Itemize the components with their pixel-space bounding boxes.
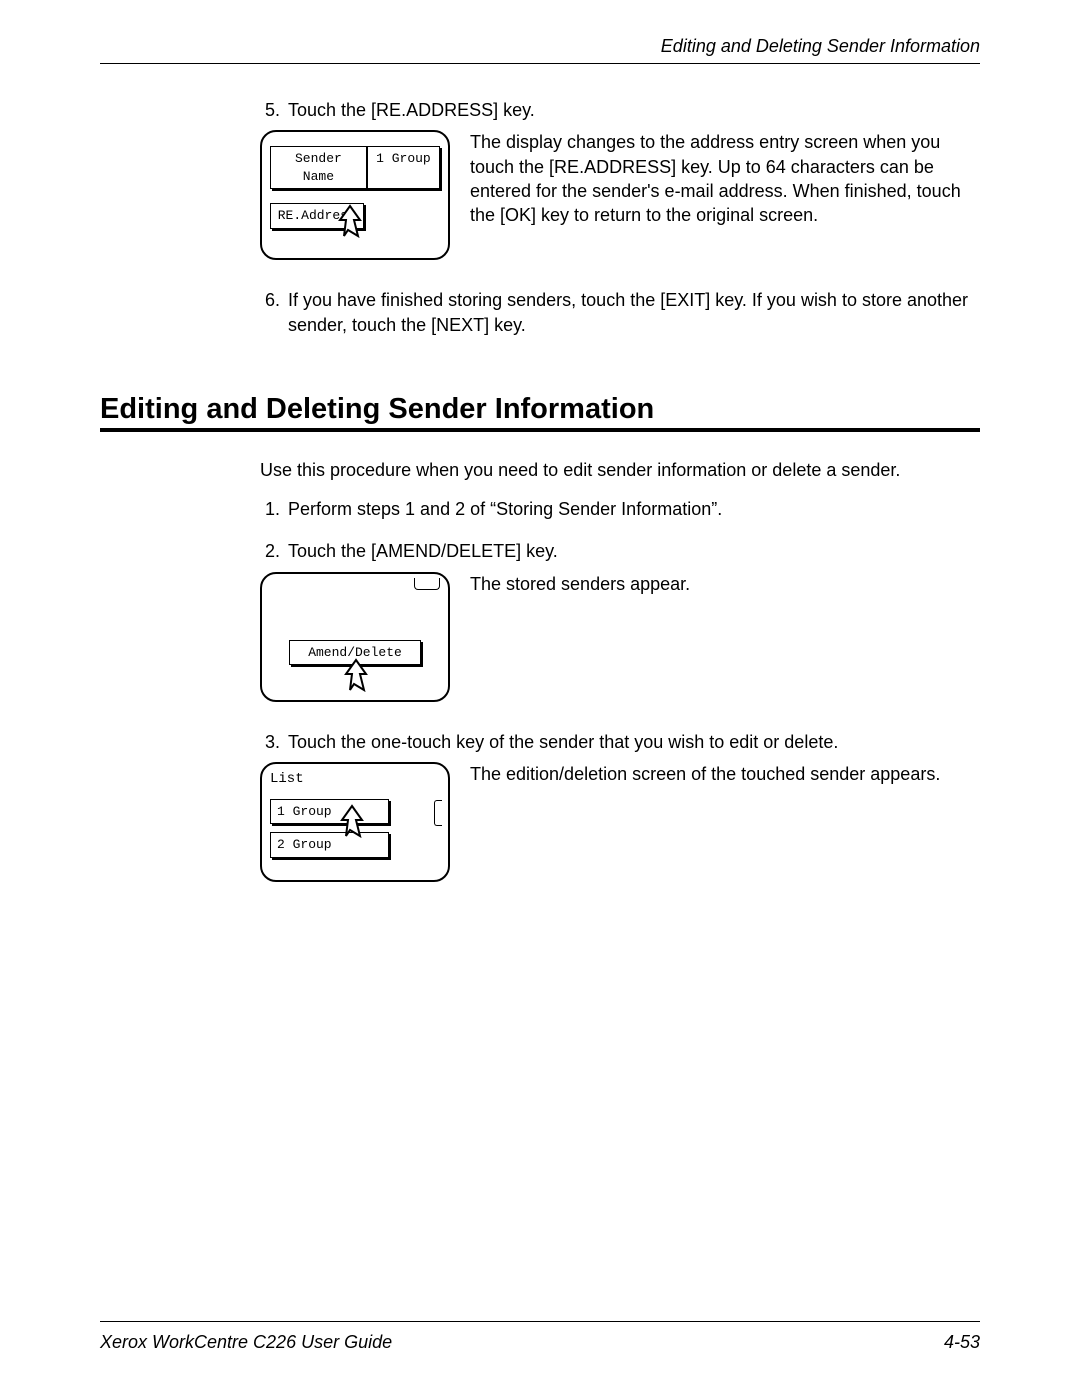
list-item-1[interactable]: 1 Group (270, 799, 389, 825)
step-number: 1. (260, 497, 288, 521)
list-label: List (270, 770, 440, 789)
step-text: Touch the [AMEND/DELETE] key. (288, 539, 980, 563)
step2b-caption: The stored senders appear. (470, 572, 980, 596)
intro-paragraph: Use this procedure when you need to edit… (260, 458, 980, 483)
panel-tab-icon (414, 578, 440, 590)
touch-panel-list: List 1 Group 2 Group (260, 762, 450, 882)
step-text: Touch the [RE.ADDRESS] key. (288, 98, 980, 122)
touch-panel-amend: Amend/Delete (260, 572, 450, 702)
pointer-icon (340, 658, 372, 698)
sender-name-button[interactable]: Sender Name (270, 146, 367, 189)
step-text: Touch the one-touch key of the sender th… (288, 730, 980, 754)
step3b-caption: The edition/deletion screen of the touch… (470, 762, 980, 786)
section-heading: Editing and Deleting Sender Information (100, 393, 980, 426)
step5-caption: The display changes to the address entry… (470, 130, 980, 227)
step-text: Perform steps 1 and 2 of “Storing Sender… (288, 497, 980, 521)
step-number: 5. (260, 98, 288, 122)
footer-page-number: 4-53 (944, 1332, 980, 1353)
pointer-icon (336, 804, 368, 844)
scroll-indicator (434, 800, 442, 826)
running-header: Editing and Deleting Sender Information (100, 36, 980, 64)
step-number: 2. (260, 539, 288, 563)
group-button[interactable]: 1 Group (367, 146, 440, 189)
step-number: 6. (260, 288, 288, 337)
footer-guide-title: Xerox WorkCentre C226 User Guide (100, 1332, 392, 1353)
step-text: If you have finished storing senders, to… (288, 288, 980, 337)
touch-panel-readdress: Sender Name 1 Group RE.Address (260, 130, 450, 260)
list-item-2[interactable]: 2 Group (270, 832, 389, 858)
pointer-icon (334, 204, 366, 244)
heading-rule (100, 428, 980, 432)
step-number: 3. (260, 730, 288, 754)
